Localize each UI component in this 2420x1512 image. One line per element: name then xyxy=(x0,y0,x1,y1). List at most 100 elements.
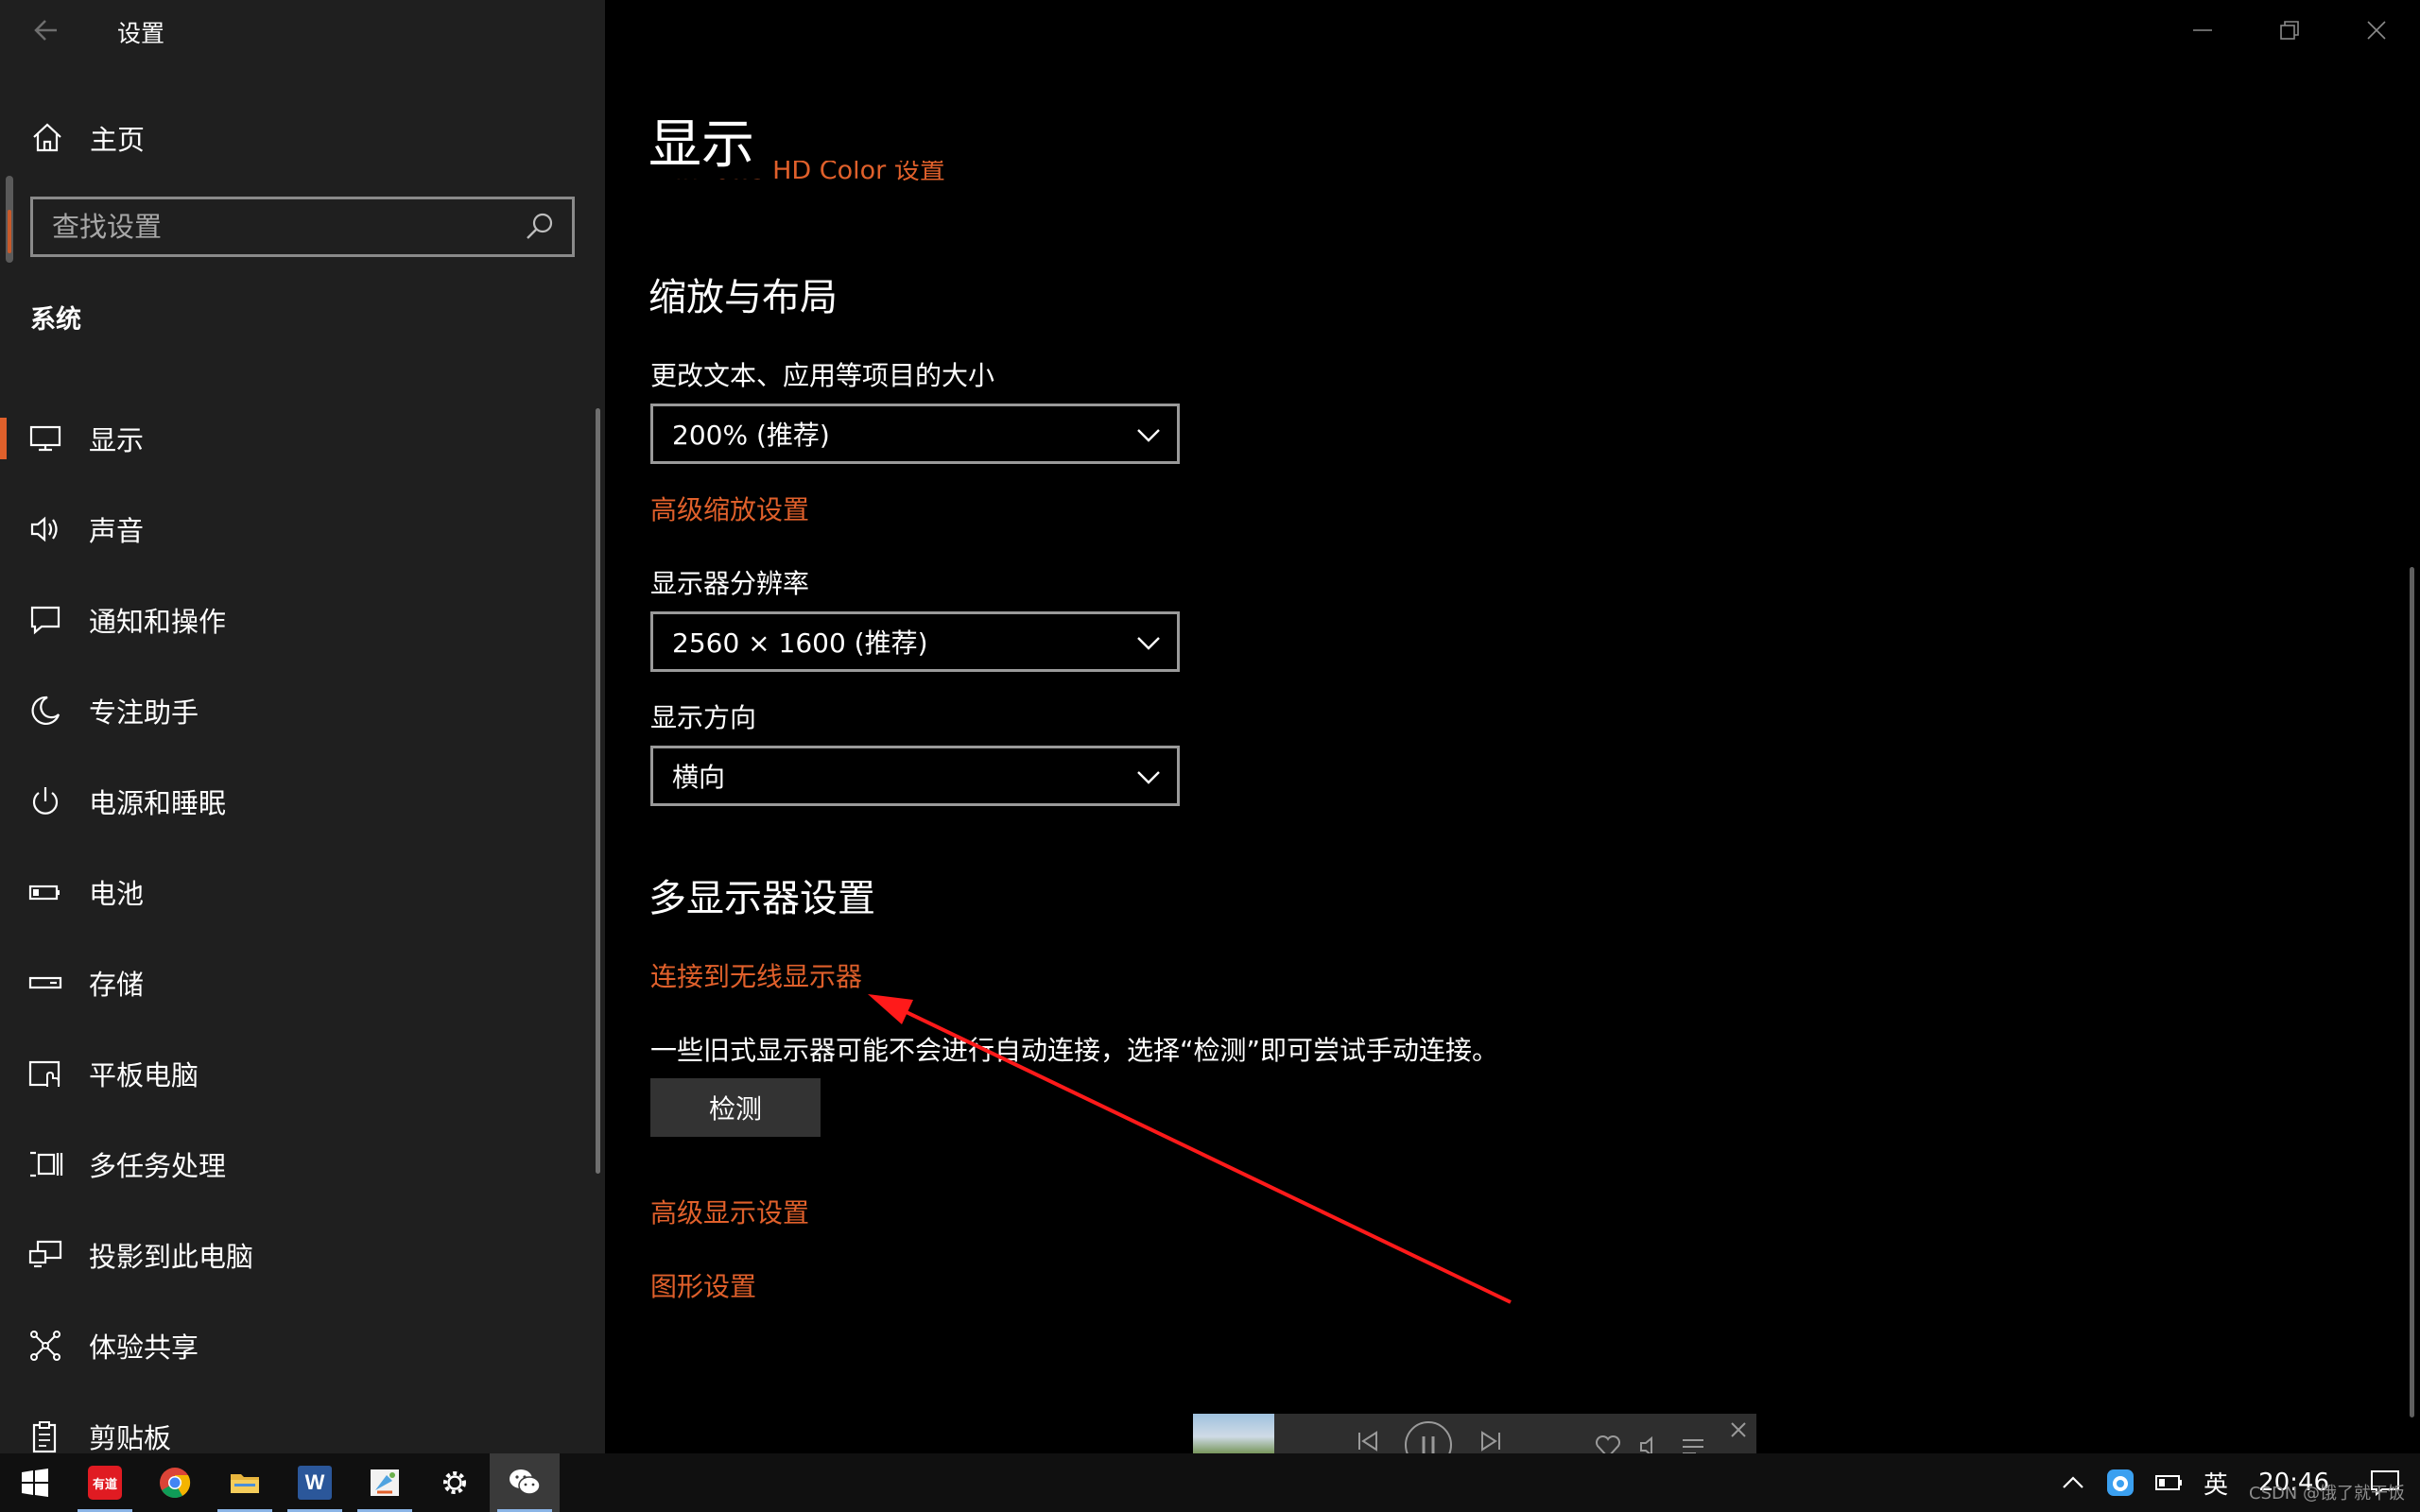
restore-button[interactable] xyxy=(2252,6,2327,55)
multitask-icon xyxy=(30,1151,63,1177)
word-icon: W xyxy=(298,1466,332,1500)
battery-icon xyxy=(28,885,60,901)
sidebar-item-label: 平板电脑 xyxy=(89,1059,199,1091)
paint-app[interactable] xyxy=(350,1453,420,1512)
chevron-down-icon xyxy=(1137,771,1160,784)
mini-media-player[interactable] xyxy=(1193,1414,1756,1455)
wechat-icon xyxy=(510,1469,541,1495)
pause-icon[interactable] xyxy=(1403,1419,1454,1455)
wechat-app[interactable] xyxy=(490,1453,560,1512)
sidebar-item-label: 体验共享 xyxy=(89,1332,199,1364)
minimize-icon xyxy=(2193,29,2212,31)
chrome-icon xyxy=(160,1468,191,1499)
search-icon[interactable] xyxy=(521,208,559,246)
monitor-icon xyxy=(29,425,61,452)
graphics-settings-link[interactable]: 图形设置 xyxy=(650,1266,756,1304)
volume-icon[interactable] xyxy=(1637,1433,1666,1455)
clipboard-icon xyxy=(32,1421,57,1453)
sidebar-item-multitasking[interactable]: 多任务处理 xyxy=(0,1119,586,1210)
restore-icon xyxy=(2280,21,2299,40)
tray-overflow-button[interactable] xyxy=(2050,1453,2096,1512)
app-tray-icon xyxy=(2107,1469,2135,1496)
battery-status[interactable] xyxy=(2145,1453,2194,1512)
close-button[interactable] xyxy=(2339,6,2414,55)
sidebar-item-label: 电池 xyxy=(89,878,145,910)
app-title: 设置 xyxy=(117,20,165,47)
playlist-icon[interactable] xyxy=(1679,1433,1707,1455)
multi-display-heading: 多显示器设置 xyxy=(648,877,875,920)
wireless-display-link[interactable]: 连接到无线显示器 xyxy=(650,956,862,994)
sidebar-item-label: 投影到此电脑 xyxy=(89,1241,254,1273)
chevron-down-icon xyxy=(1137,429,1160,442)
sidebar-item-focus-assist[interactable]: 专注助手 xyxy=(0,665,586,756)
search-input[interactable] xyxy=(33,199,521,254)
share-icon xyxy=(30,1331,60,1361)
speaker-icon xyxy=(30,516,58,542)
scale-dropdown[interactable]: 200% (推荐) xyxy=(650,404,1180,464)
gear-icon xyxy=(443,1471,466,1494)
detect-hint: 一些旧式显示器可能不会进行自动连接，选择“检测”即可尝试手动连接。 xyxy=(650,1035,1499,1066)
close-icon xyxy=(2367,21,2386,40)
resolution-dropdown[interactable]: 2560 × 1600 (推荐) xyxy=(650,611,1180,672)
sidebar-item-tablet[interactable]: 平板电脑 xyxy=(0,1028,586,1119)
tablet-icon xyxy=(28,1060,60,1087)
sidebar-item-battery[interactable]: 电池 xyxy=(0,847,586,937)
battery-icon xyxy=(2155,1475,2183,1490)
windows-icon xyxy=(22,1469,48,1497)
detect-button[interactable]: 检测 xyxy=(650,1078,821,1137)
search-box[interactable] xyxy=(30,197,575,257)
tray-app-icon[interactable] xyxy=(2096,1453,2145,1512)
main-content: Windows HD Color 设置 显示 缩放与布局 更改文本、应用等项目的… xyxy=(605,0,2420,1453)
scale-section-heading: 缩放与布局 xyxy=(648,276,838,319)
sidebar-home-label: 主页 xyxy=(90,124,146,156)
back-arrow-icon xyxy=(34,20,57,41)
chrome-app[interactable] xyxy=(140,1453,210,1512)
sidebar-item-label: 剪贴板 xyxy=(89,1422,172,1454)
sidebar-item-label: 显示 xyxy=(89,424,145,456)
storage-icon xyxy=(28,976,62,989)
watermark: CSDN @饿了就干饭 xyxy=(2248,1484,2405,1503)
sidebar-item-storage[interactable]: 存储 xyxy=(0,937,586,1028)
close-icon[interactable] xyxy=(1728,1419,1749,1440)
advanced-scaling-link[interactable]: 高级缩放设置 xyxy=(650,490,809,527)
scale-label: 更改文本、应用等项目的大小 xyxy=(650,360,995,391)
sidebar-item-display[interactable]: 显示 xyxy=(0,393,586,484)
sidebar-item-sound[interactable]: 声音 xyxy=(0,484,586,575)
sidebar-scrollbar[interactable] xyxy=(596,408,600,1174)
sidebar-item-power[interactable]: 电源和睡眠 xyxy=(0,756,586,847)
folder-icon xyxy=(231,1474,259,1493)
start-button[interactable] xyxy=(0,1453,70,1512)
sidebar-item-label: 通知和操作 xyxy=(89,606,227,638)
sidebar: 设置 主页 系统 显示 声音 xyxy=(0,0,605,1454)
taskbar: 有道 W 英 20:46 xyxy=(0,1453,2420,1512)
input-method[interactable]: 英 xyxy=(2194,1453,2238,1512)
youdao-app[interactable]: 有道 xyxy=(70,1453,140,1512)
chevron-up-icon xyxy=(2063,1476,2083,1488)
explorer-app[interactable] xyxy=(210,1453,280,1512)
previous-icon[interactable] xyxy=(1354,1427,1382,1455)
orientation-dropdown[interactable]: 横向 xyxy=(650,746,1180,806)
youdao-icon: 有道 xyxy=(88,1466,122,1500)
home-icon xyxy=(33,123,61,152)
nav-list: 显示 声音 通知和操作 专注助手 电源和睡眠 电池 存储 平板电脑 多任务处理 … xyxy=(0,393,605,1482)
next-icon[interactable] xyxy=(1477,1427,1505,1455)
heart-icon[interactable] xyxy=(1594,1433,1622,1455)
sidebar-item-label: 专注助手 xyxy=(89,696,199,729)
sidebar-top-scroll-indicator xyxy=(6,176,13,263)
resolution-label: 显示器分辨率 xyxy=(650,568,810,599)
scale-value: 200% (推荐) xyxy=(672,420,830,451)
sidebar-item-project[interactable]: 投影到此电脑 xyxy=(0,1210,586,1300)
word-app[interactable]: W xyxy=(280,1453,350,1512)
advanced-display-link[interactable]: 高级显示设置 xyxy=(650,1193,809,1230)
back-button[interactable] xyxy=(28,13,66,47)
main-scrollbar[interactable] xyxy=(2410,567,2414,1418)
sidebar-item-home[interactable]: 主页 xyxy=(0,112,605,164)
sidebar-item-notifications[interactable]: 通知和操作 xyxy=(0,575,586,665)
section-label: 系统 xyxy=(30,305,81,335)
minimize-button[interactable] xyxy=(2165,6,2240,55)
settings-app[interactable] xyxy=(420,1453,490,1512)
sidebar-item-shared-experiences[interactable]: 体验共享 xyxy=(0,1300,586,1391)
notification-icon xyxy=(30,606,60,635)
sidebar-item-label: 多任务处理 xyxy=(89,1150,227,1182)
power-icon xyxy=(32,787,59,815)
